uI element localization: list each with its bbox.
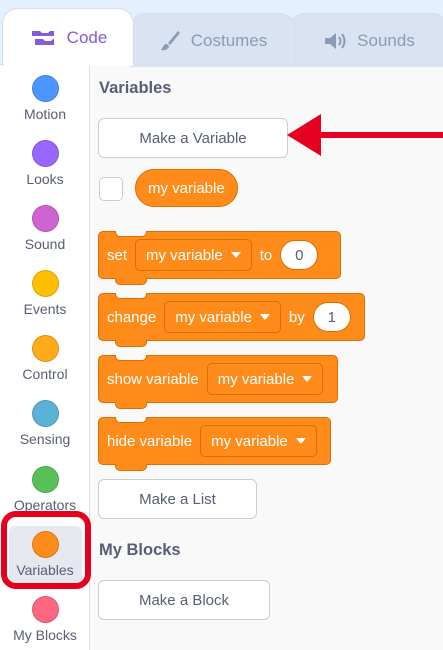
my-blocks-color-icon [31,596,59,623]
category-label: Sensing [19,431,71,447]
category-label: Events [23,301,67,317]
variable-monitor-checkbox[interactable] [99,177,123,201]
block-tab [115,340,147,347]
tab-costumes[interactable]: Costumes [130,13,296,67]
category-label: Looks [26,171,64,187]
block-label: by [288,308,305,326]
tab-code[interactable]: Code [2,8,134,66]
block-label: hide variable [107,432,193,450]
chevron-down-icon [230,252,241,258]
category-label: Control [22,366,68,382]
hide-variable-block[interactable]: hide variable my variable [98,417,331,471]
block-notch [115,293,147,299]
sound-color-icon [31,205,59,232]
block-label: set [107,246,128,264]
variable-dropdown[interactable]: my variable [135,239,252,271]
scratch-editor: Code Costumes Sounds Motion Looks Sound … [0,0,443,650]
set-variable-block[interactable]: set my variable to 0 [98,231,341,285]
category-looks[interactable]: Looks [0,132,90,194]
events-color-icon [31,270,59,297]
block-label: change [107,308,157,326]
tab-costumes-label: Costumes [190,30,268,50]
variables-section-title: Variables [99,79,172,97]
block-tab [115,464,147,471]
operators-color-icon [31,466,59,493]
category-label: Sound [24,236,66,252]
value-input[interactable]: 0 [280,240,319,270]
block-label: show variable [107,370,199,388]
speaker-icon [325,32,346,49]
make-block-button[interactable]: Make a Block [98,580,270,620]
make-list-button[interactable]: Make a List [98,479,257,519]
editor-tabs: Code Costumes Sounds [0,0,443,67]
category-label: Motion [23,106,67,122]
category-control[interactable]: Control [0,327,90,389]
tab-sounds-label: Sounds [357,30,415,50]
category-my-blocks[interactable]: My Blocks [0,588,90,650]
variable-dropdown[interactable]: my variable [206,363,324,395]
tab-sounds[interactable]: Sounds [289,13,443,67]
sensing-color-icon [31,400,59,427]
category-sensing[interactable]: Sensing [0,392,90,454]
looks-color-icon [31,140,59,167]
dropdown-value: my variable [211,432,288,450]
block-tab [115,278,147,285]
chevron-down-icon [295,438,306,444]
category-label: My Blocks [13,627,77,643]
change-variable-block[interactable]: change my variable by 1 [98,293,365,347]
category-menu: Motion Looks Sound Events Control Sensin… [0,65,91,650]
annotation-arrow-icon [287,114,443,156]
category-events[interactable]: Events [0,262,90,324]
variable-dropdown[interactable]: my variable [164,301,281,333]
motion-color-icon [31,75,59,102]
variable-reporter-block[interactable]: my variable [135,169,238,207]
tab-code-label: Code [66,27,108,47]
my-blocks-section-title: My Blocks [99,541,181,559]
category-sound[interactable]: Sound [0,197,90,259]
code-icon [31,30,54,45]
show-variable-block[interactable]: show variable my variable [98,355,338,409]
chevron-down-icon [302,376,313,382]
control-color-icon [31,335,59,362]
chevron-down-icon [259,314,270,320]
block-notch [115,231,147,237]
dropdown-value: my variable [175,308,252,326]
brush-icon [160,30,180,50]
dropdown-value: my variable [217,370,295,388]
block-label: to [259,246,273,264]
value-input[interactable]: 1 [312,302,351,332]
block-tab [115,402,147,409]
variable-dropdown[interactable]: my variable [200,425,317,457]
dropdown-value: my variable [146,246,223,264]
block-notch [115,417,147,423]
highlight-callout-box [1,511,91,589]
category-motion[interactable]: Motion [0,67,90,129]
make-variable-button[interactable]: Make a Variable [98,118,288,158]
block-notch [115,355,147,361]
